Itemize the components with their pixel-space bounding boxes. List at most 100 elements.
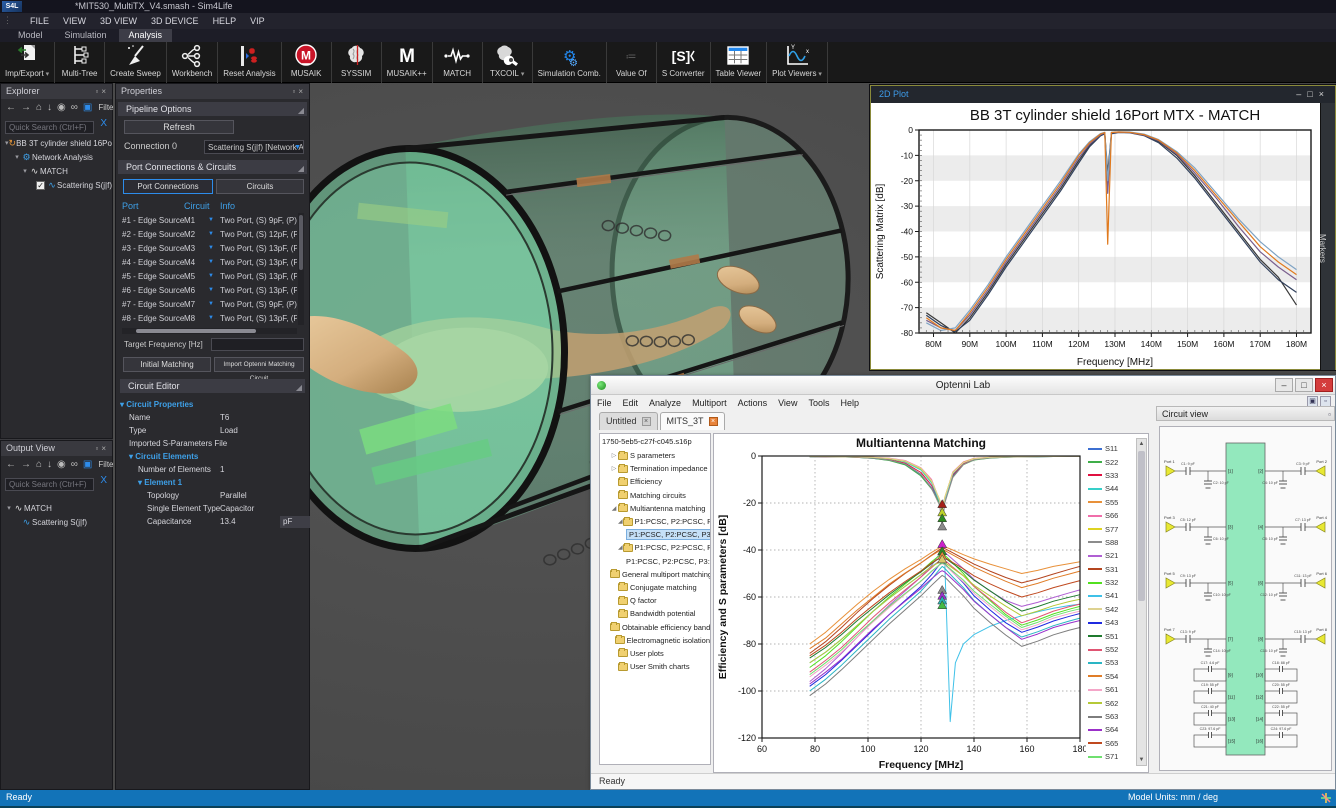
legend-item[interactable]: S71: [1088, 750, 1134, 763]
toolbar-button-syssim[interactable]: SYSSIM: [332, 42, 382, 83]
connection-dropdown[interactable]: Scattering S(j|f) [Network Analy▼: [204, 140, 304, 154]
dropdown-icon[interactable]: ▼: [208, 287, 220, 293]
optenni-menu-file[interactable]: File: [597, 398, 612, 408]
menu-item-help[interactable]: HELP: [213, 16, 237, 26]
circuit-view-header[interactable]: Circuit view▫: [1156, 406, 1335, 421]
optenni-tree-item[interactable]: ◢P1:PCSC, P2:PCSC, P3...: [600, 515, 710, 528]
legend-item[interactable]: S63: [1088, 710, 1134, 723]
table-row[interactable]: #6 - Edge Source 6 ...M6▼Two Port, (S) 1…: [122, 283, 297, 297]
expander-icon[interactable]: ▾: [5, 504, 13, 512]
tab-close-icon[interactable]: ×: [709, 417, 718, 426]
legend-item[interactable]: S43: [1088, 616, 1134, 629]
toolbar-button-musaik[interactable]: MMUSAIK: [282, 42, 332, 83]
property-value[interactable]: 1: [220, 465, 278, 474]
toolbar-button-multi-tree[interactable]: Multi-Tree: [55, 42, 105, 83]
circuits-toggle[interactable]: Circuits: [216, 179, 304, 194]
checkbox[interactable]: ✓: [36, 181, 45, 190]
optenni-menu-edit[interactable]: Edit: [623, 398, 639, 408]
optenni-tree-item[interactable]: P1:PCSC, P2:PCSC, P3:...: [600, 528, 710, 541]
expander-icon[interactable]: ◢: [610, 505, 618, 512]
optenni-tree-item[interactable]: Matching circuits: [600, 489, 710, 502]
filter-box-icon[interactable]: ▣: [83, 459, 92, 470]
property-row[interactable]: Number of Elements1: [120, 463, 308, 476]
property-row[interactable]: TopologyParallel: [120, 489, 308, 502]
optenni-menu-help[interactable]: Help: [840, 398, 859, 408]
ribbon-tab-simulation[interactable]: Simulation: [55, 29, 117, 42]
table-row[interactable]: #8 - Edge Source 8 ...M8▼Two Port, (S) 1…: [122, 311, 297, 325]
toolbar-button-musaik-[interactable]: MMUSAIK++: [382, 42, 433, 83]
maximize-icon[interactable]: □: [1295, 378, 1313, 392]
minimize-icon[interactable]: –: [1296, 89, 1307, 99]
multiantenna-plot-canvas[interactable]: 60801001201401601800-20-40-60-80-100-120…: [714, 434, 1086, 772]
toolbar-button-imp-export[interactable]: Imp/Export ▾: [0, 42, 55, 83]
legend-item[interactable]: S55: [1088, 496, 1134, 509]
menu-item-view[interactable]: VIEW: [63, 16, 86, 26]
eye-icon[interactable]: ◉: [57, 459, 66, 470]
property-row[interactable]: Imported S-Parameters File: [120, 437, 308, 450]
home-icon[interactable]: ⌂: [36, 102, 42, 113]
optenni-tree-item[interactable]: ◢Multiantenna matching: [600, 502, 710, 515]
property-row[interactable]: NameT6: [120, 411, 308, 424]
maximize-icon[interactable]: □: [1307, 89, 1318, 99]
expander-icon[interactable]: ▾: [21, 167, 29, 175]
filter-box-icon[interactable]: ▣: [83, 102, 92, 113]
toolbar-button-create-sweep[interactable]: Create Sweep: [105, 42, 167, 83]
table-row[interactable]: #5 - Edge Source 5 ...M5▼Two Port, (S) 1…: [122, 269, 297, 283]
legend-item[interactable]: S22: [1088, 455, 1134, 468]
property-row[interactable]: Single Element TypeCapacitor: [120, 502, 308, 515]
explorer-search-input[interactable]: [5, 121, 94, 134]
optenni-tree-item[interactable]: Efficiency: [600, 475, 710, 488]
pipeline-options-section[interactable]: Pipeline Options◢: [118, 102, 307, 116]
port-connections-section[interactable]: Port Connections & Circuits◢: [118, 160, 307, 174]
optenni-menu-analyze[interactable]: Analyze: [649, 398, 681, 408]
legend-item[interactable]: S11: [1088, 442, 1134, 455]
optenni-tab-mits_3t[interactable]: MITS_3T×: [660, 412, 725, 430]
tree-item[interactable]: ▾↻BB 3T cylinder shield 16Port MTX: [1, 136, 112, 150]
optenni-tab-untitled[interactable]: Untitled×: [599, 412, 658, 430]
optenni-tree-item[interactable]: Conjugate matching: [600, 581, 710, 594]
property-row[interactable]: TypeLoad: [120, 424, 308, 437]
forward-icon[interactable]: →: [21, 459, 31, 470]
back-icon[interactable]: ←: [6, 459, 16, 470]
property-value[interactable]: 13.4: [220, 517, 278, 526]
toolbar-button-value-of[interactable]: ≔Value Of: [607, 42, 657, 83]
markers-side-tab[interactable]: Markers: [1320, 103, 1335, 370]
optenni-tree-item[interactable]: P1:PCSC, P2:PCSC, P3:...: [600, 555, 710, 568]
optenni-menu-multiport[interactable]: Multiport: [692, 398, 727, 408]
close-icon[interactable]: ×: [1315, 378, 1333, 392]
expander-icon[interactable]: ▾: [13, 153, 21, 161]
optenni-tree-item[interactable]: Obtainable efficiency band...: [600, 620, 710, 633]
tab-close-icon[interactable]: ×: [642, 417, 651, 426]
port-connections-toggle[interactable]: Port Connections: [123, 179, 213, 194]
legend-item[interactable]: S42: [1088, 603, 1134, 616]
optenni-menu-actions[interactable]: Actions: [738, 398, 768, 408]
down-icon[interactable]: ↓: [47, 459, 52, 470]
optenni-menu-view[interactable]: View: [778, 398, 797, 408]
link-icon[interactable]: ∞: [71, 459, 78, 470]
legend-item[interactable]: S88: [1088, 536, 1134, 549]
legend-item[interactable]: S62: [1088, 696, 1134, 709]
legend-item[interactable]: S52: [1088, 643, 1134, 656]
circuit-schematic-canvas[interactable]: Port 1C1: 9 pFC2: 10 pF[1]Port 2C3: 9 pF…: [1160, 427, 1331, 770]
output-search-input[interactable]: [5, 478, 94, 491]
circuit-editor-section[interactable]: Circuit Editor◢: [120, 379, 305, 393]
close-icon[interactable]: ×: [298, 87, 306, 96]
legend-item[interactable]: S64: [1088, 723, 1134, 736]
scroll-down-icon[interactable]: ▼: [1137, 755, 1146, 765]
match-plot-canvas[interactable]: 80M90M100M110M120M130M140M150M160M170M18…: [873, 104, 1321, 369]
ribbon-tab-analysis[interactable]: Analysis: [119, 29, 173, 42]
ribbon-tab-model[interactable]: Model: [8, 29, 53, 42]
legend-item[interactable]: S44: [1088, 482, 1134, 495]
property-group[interactable]: ▾ Element 1: [120, 476, 308, 489]
optenni-titlebar[interactable]: Optenni Lab: [591, 376, 1335, 395]
link-icon[interactable]: ∞: [71, 102, 78, 113]
table-row[interactable]: #4 - Edge Source 4 ...M4▼Two Port, (S) 1…: [122, 255, 297, 269]
optenni-menu-tools[interactable]: Tools: [808, 398, 829, 408]
table-vscrollbar[interactable]: [298, 213, 304, 325]
initial-matching-button[interactable]: Initial Matching: [123, 357, 211, 372]
property-value[interactable]: T6: [220, 413, 278, 422]
optenni-tree-item[interactable]: ▷S parameters: [600, 449, 710, 462]
menu-item-3d-view[interactable]: 3D VIEW: [100, 16, 137, 26]
dropdown-icon[interactable]: ▼: [208, 245, 220, 251]
toolbar-button-workbench[interactable]: Workbench: [167, 42, 218, 83]
